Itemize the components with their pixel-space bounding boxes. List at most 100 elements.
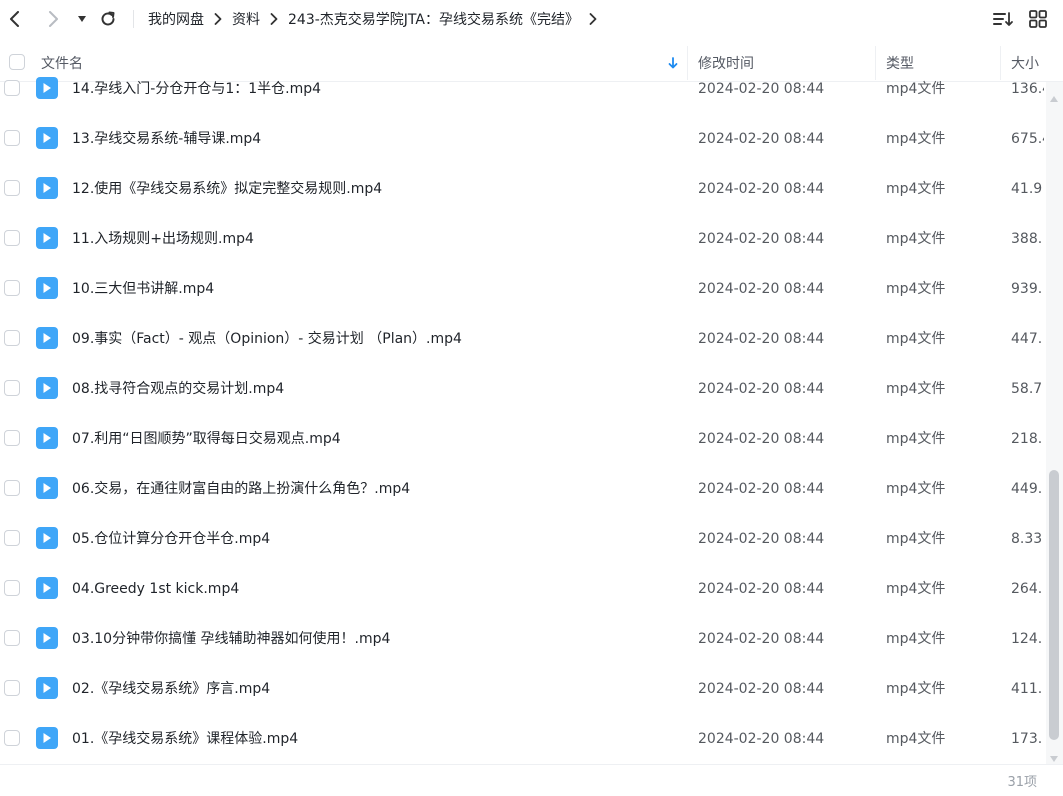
breadcrumb-item-root[interactable]: 我的网盘 bbox=[148, 9, 204, 29]
row-checkbox[interactable] bbox=[4, 330, 20, 346]
video-file-icon bbox=[36, 427, 58, 449]
file-modified-date: 2024-02-20 08:44 bbox=[698, 631, 825, 647]
file-name[interactable]: 05.仓位计算分仓开仓半仓.mp4 bbox=[72, 514, 270, 564]
file-name[interactable]: 08.找寻符合观点的交易计划.mp4 bbox=[72, 364, 284, 414]
scrollbar-thumb[interactable] bbox=[1049, 470, 1059, 740]
video-file-icon bbox=[36, 727, 58, 749]
video-file-icon bbox=[36, 277, 58, 299]
file-row[interactable]: 07.利用“日图顺势”取得每日交易观点.mp4 2024-02-20 08:44… bbox=[0, 414, 1046, 464]
row-checkbox[interactable] bbox=[4, 430, 20, 446]
file-row[interactable]: 14.孕线入门-分仓开仓与1：1半仓.mp4 2024-02-20 08:44 … bbox=[0, 65, 1046, 114]
file-name[interactable]: 06.交易，在通往财富自由的路上扮演什么角色？.mp4 bbox=[72, 464, 410, 514]
file-modified-date: 2024-02-20 08:44 bbox=[698, 531, 825, 547]
file-name[interactable]: 07.利用“日图顺势”取得每日交易观点.mp4 bbox=[72, 414, 341, 464]
file-type: mp4文件 bbox=[886, 181, 946, 197]
dropdown-caret-icon[interactable] bbox=[69, 6, 95, 32]
file-modified-date: 2024-02-20 08:44 bbox=[698, 481, 825, 497]
file-name[interactable]: 09.事实（Fact）- 观点（Opinion）- 交易计划 （Plan）.mp… bbox=[72, 314, 462, 364]
file-row[interactable]: 03.10分钟带你搞懂 孕线辅助神器如何使用！.mp4 2024-02-20 0… bbox=[0, 614, 1046, 664]
refresh-icon[interactable] bbox=[95, 6, 121, 32]
forward-arrow-icon[interactable] bbox=[40, 6, 66, 32]
file-row[interactable]: 08.找寻符合观点的交易计划.mp4 2024-02-20 08:44 mp4文… bbox=[0, 364, 1046, 414]
video-file-icon bbox=[36, 577, 58, 599]
file-size: 675.4 bbox=[1011, 131, 1044, 147]
video-file-icon bbox=[36, 377, 58, 399]
file-type: mp4文件 bbox=[886, 81, 946, 97]
row-checkbox[interactable] bbox=[4, 530, 20, 546]
file-row[interactable]: 05.仓位计算分仓开仓半仓.mp4 2024-02-20 08:44 mp4文件… bbox=[0, 514, 1046, 564]
file-row[interactable]: 02.《孕线交易系统》序言.mp4 2024-02-20 08:44 mp4文件… bbox=[0, 664, 1046, 714]
file-row[interactable]: 10.三大但书讲解.mp4 2024-02-20 08:44 mp4文件 939… bbox=[0, 264, 1046, 314]
breadcrumb-item-folder[interactable]: 资料 bbox=[232, 9, 260, 29]
file-modified-date: 2024-02-20 08:44 bbox=[698, 681, 825, 697]
file-type: mp4文件 bbox=[886, 581, 946, 597]
breadcrumb-item-current[interactable]: 243-杰克交易学院JTA：孕线交易系统《完结》 bbox=[288, 9, 579, 29]
file-type: mp4文件 bbox=[886, 631, 946, 647]
file-type: mp4文件 bbox=[886, 531, 946, 547]
file-row[interactable]: 11.入场规则+出场规则.mp4 2024-02-20 08:44 mp4文件 … bbox=[0, 214, 1046, 264]
file-modified-date: 2024-02-20 08:44 bbox=[698, 81, 825, 97]
file-size: 41.9 bbox=[1011, 181, 1043, 197]
file-name[interactable]: 12.使用《孕线交易系统》拟定完整交易规则.mp4 bbox=[72, 164, 382, 214]
video-file-icon bbox=[36, 627, 58, 649]
file-name[interactable]: 13.孕线交易系统-辅导课.mp4 bbox=[72, 114, 261, 164]
file-size: 388. bbox=[1011, 231, 1043, 247]
row-checkbox[interactable] bbox=[4, 380, 20, 396]
file-row[interactable]: 06.交易，在通往财富自由的路上扮演什么角色？.mp4 2024-02-20 0… bbox=[0, 464, 1046, 514]
file-name[interactable]: 01.《孕线交易系统》课程体验.mp4 bbox=[72, 714, 298, 764]
file-type: mp4文件 bbox=[886, 281, 946, 297]
video-file-icon bbox=[36, 177, 58, 199]
file-size: 939. bbox=[1011, 281, 1043, 297]
row-checkbox[interactable] bbox=[4, 680, 20, 696]
video-file-icon bbox=[36, 677, 58, 699]
video-file-icon bbox=[36, 327, 58, 349]
chevron-right-icon[interactable] bbox=[579, 12, 603, 26]
scroll-up-arrow-icon[interactable] bbox=[1049, 88, 1059, 102]
sort-list-icon[interactable] bbox=[990, 6, 1016, 32]
row-checkbox[interactable] bbox=[4, 580, 20, 596]
file-row[interactable]: 09.事实（Fact）- 观点（Opinion）- 交易计划 （Plan）.mp… bbox=[0, 314, 1046, 364]
file-name[interactable]: 11.入场规则+出场规则.mp4 bbox=[72, 214, 254, 264]
row-checkbox[interactable] bbox=[4, 180, 20, 196]
row-checkbox[interactable] bbox=[4, 630, 20, 646]
video-file-icon bbox=[36, 527, 58, 549]
file-size: 449. bbox=[1011, 481, 1043, 497]
file-row[interactable]: 13.孕线交易系统-辅导课.mp4 2024-02-20 08:44 mp4文件… bbox=[0, 114, 1046, 164]
file-row[interactable]: 12.使用《孕线交易系统》拟定完整交易规则.mp4 2024-02-20 08:… bbox=[0, 164, 1046, 214]
scroll-down-arrow-icon[interactable] bbox=[1049, 748, 1059, 762]
file-modified-date: 2024-02-20 08:44 bbox=[698, 381, 825, 397]
file-size: 173. bbox=[1011, 731, 1043, 747]
file-name[interactable]: 10.三大但书讲解.mp4 bbox=[72, 264, 214, 314]
file-type: mp4文件 bbox=[886, 381, 946, 397]
chevron-right-icon bbox=[260, 12, 288, 26]
row-checkbox[interactable] bbox=[4, 230, 20, 246]
file-modified-date: 2024-02-20 08:44 bbox=[698, 231, 825, 247]
row-checkbox[interactable] bbox=[4, 730, 20, 746]
file-modified-date: 2024-02-20 08:44 bbox=[698, 281, 825, 297]
file-modified-date: 2024-02-20 08:44 bbox=[698, 181, 825, 197]
file-modified-date: 2024-02-20 08:44 bbox=[698, 131, 825, 147]
toolbar-divider bbox=[133, 10, 134, 28]
back-arrow-icon[interactable] bbox=[2, 6, 28, 32]
video-file-icon bbox=[36, 127, 58, 149]
video-file-icon bbox=[36, 477, 58, 499]
row-checkbox[interactable] bbox=[4, 480, 20, 496]
file-type: mp4文件 bbox=[886, 481, 946, 497]
file-name[interactable]: 03.10分钟带你搞懂 孕线辅助神器如何使用！.mp4 bbox=[72, 614, 390, 664]
footer-divider bbox=[0, 764, 1063, 765]
file-size: 8.33 bbox=[1011, 531, 1043, 547]
file-type: mp4文件 bbox=[886, 131, 946, 147]
item-count: 31项 bbox=[1007, 775, 1037, 790]
file-size: 136.4 bbox=[1011, 81, 1044, 97]
file-row[interactable]: 01.《孕线交易系统》课程体验.mp4 2024-02-20 08:44 mp4… bbox=[0, 714, 1046, 764]
file-name[interactable]: 04.Greedy 1st kick.mp4 bbox=[72, 564, 239, 614]
file-list: 14.孕线入门-分仓开仓与1：1半仓.mp4 2024-02-20 08:44 … bbox=[0, 65, 1046, 765]
file-name[interactable]: 02.《孕线交易系统》序言.mp4 bbox=[72, 664, 270, 714]
grid-view-icon[interactable] bbox=[1025, 6, 1051, 32]
file-name[interactable]: 14.孕线入门-分仓开仓与1：1半仓.mp4 bbox=[72, 65, 321, 114]
file-size: 124. bbox=[1011, 631, 1043, 647]
row-checkbox[interactable] bbox=[4, 280, 20, 296]
row-checkbox[interactable] bbox=[4, 80, 20, 96]
row-checkbox[interactable] bbox=[4, 130, 20, 146]
file-row[interactable]: 04.Greedy 1st kick.mp4 2024-02-20 08:44 … bbox=[0, 564, 1046, 614]
